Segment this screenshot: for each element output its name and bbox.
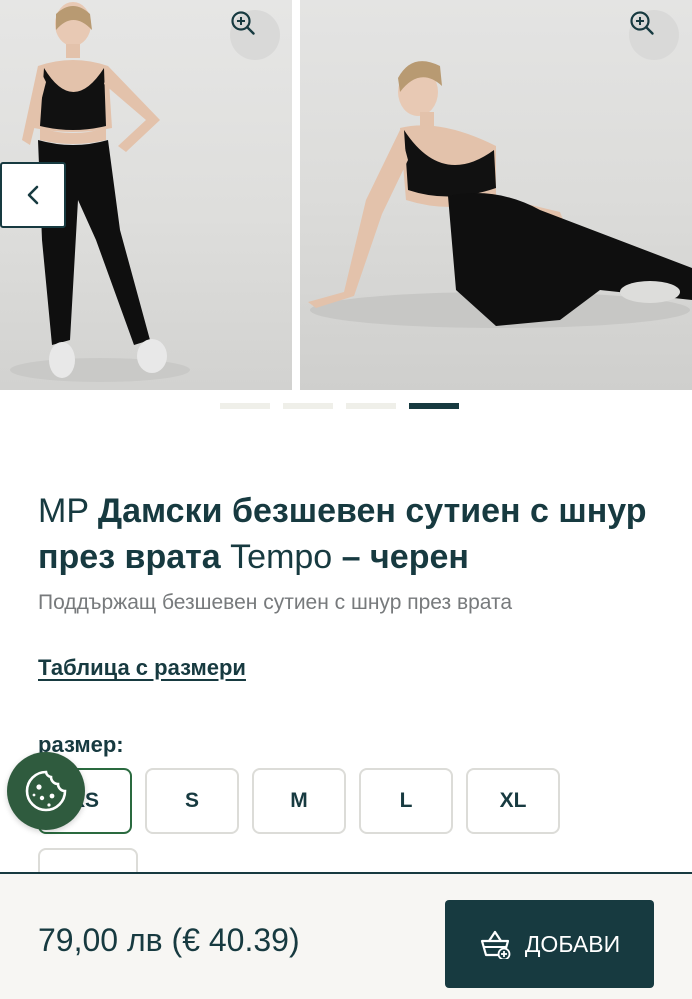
zoom-button-1[interactable] [230, 10, 280, 60]
cookie-settings-button[interactable] [7, 752, 85, 830]
product-title-color: черен [370, 538, 469, 576]
product-title-regular: Tempo [230, 538, 333, 576]
product-image-side[interactable] [300, 0, 692, 390]
add-to-cart-button[interactable]: ДОБАВИ [445, 900, 654, 988]
size-option-l[interactable]: L [359, 768, 453, 834]
product-subtitle: Поддържащ безшевен сутиен с шнур през вр… [38, 591, 513, 614]
model-seated-illustration [308, 61, 692, 328]
size-option-xl[interactable]: XL [466, 768, 560, 834]
sticky-purchase-bar: 79,00 лв (€ 40.39) ДОБАВИ [0, 872, 692, 999]
size-chart-link[interactable]: Таблица с размери [38, 655, 246, 681]
size-option-m[interactable]: M [252, 768, 346, 834]
product-title-dash: – [341, 538, 361, 576]
pagination-dot-active[interactable] [409, 403, 459, 409]
gallery-pagination [220, 403, 459, 409]
gallery-prev-button[interactable] [0, 162, 66, 228]
zoom-button-2[interactable] [629, 10, 679, 60]
product-price: 79,00 лв (€ 40.39) [38, 922, 300, 958]
product-title: MP Дамски безшевен сутиен с шнур през вр… [38, 488, 658, 580]
product-brand: MP [38, 492, 89, 530]
cart-add-icon [480, 930, 511, 959]
pagination-dot[interactable] [220, 403, 270, 409]
product-gallery [0, 0, 692, 390]
size-option-s[interactable]: S [145, 768, 239, 834]
cookie-icon [25, 770, 67, 812]
chevron-left-icon [27, 185, 39, 205]
zoom-icon [231, 11, 255, 35]
pagination-dot[interactable] [346, 403, 396, 409]
add-to-cart-label: ДОБАВИ [524, 930, 621, 957]
pagination-dot[interactable] [283, 403, 333, 409]
zoom-icon [630, 11, 654, 35]
